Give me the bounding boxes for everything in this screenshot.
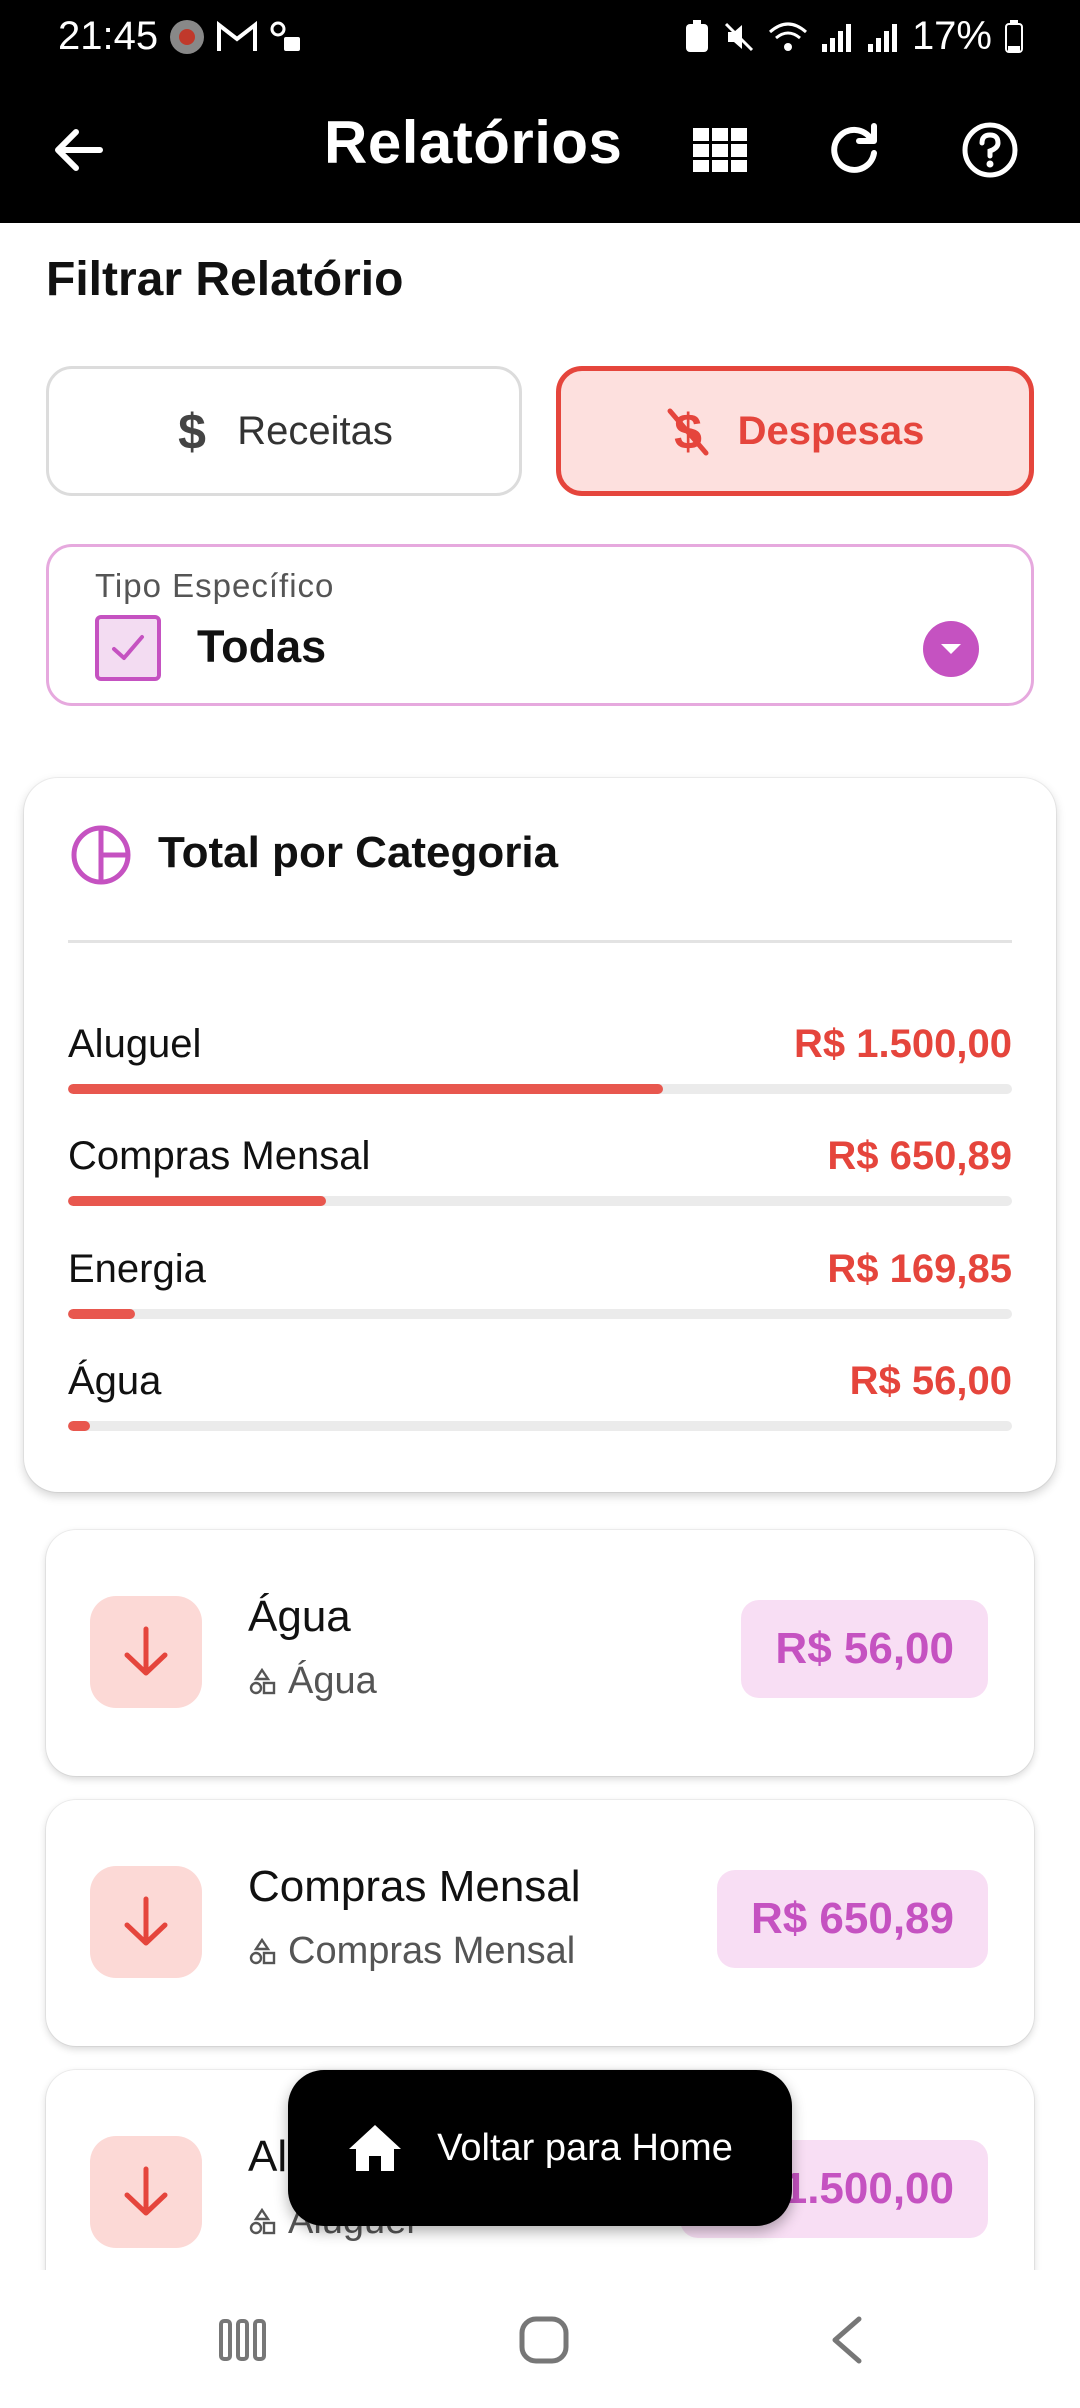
category-row: Água R$ 56,00 [68,1359,1012,1459]
category-amount: R$ 1.500,00 [794,1022,1012,1066]
grid-icon [693,128,747,172]
category-row: Aluguel R$ 1.500,00 [68,1022,1012,1122]
category-icon [249,1937,276,1964]
svg-text:$: $ [178,405,206,457]
gmail-icon [217,20,257,51]
category-name: Aluguel [68,1022,202,1066]
grid-view-button[interactable] [684,114,756,186]
transaction-category-label: Água [288,1660,377,1702]
home-circle-icon [519,2316,569,2364]
transaction-name: Água [248,1592,351,1641]
pie-chart-icon [71,825,131,885]
arrow-down-icon [90,1596,202,1708]
system-nav-bar [0,2270,1080,2408]
dollar-icon: $ [178,405,206,457]
help-button[interactable] [954,114,1026,186]
category-progress-bar [68,1084,1012,1094]
category-amount: R$ 169,85 [827,1247,1012,1291]
category-icon [249,2207,276,2234]
recent-apps-icon [219,2319,266,2361]
category-row: Compras Mensal R$ 650,89 [68,1134,1012,1234]
arrow-down-icon [90,1866,202,1978]
expense-filter-button[interactable]: $ Despesas [556,366,1034,496]
transaction-amount: R$ 56,00 [741,1600,988,1698]
status-bar: 21:45 17% [0,0,1080,78]
arrow-down-icon [90,2136,202,2248]
back-to-home-button[interactable]: Voltar para Home [288,2070,792,2226]
signal-icon-2 [867,23,897,52]
vpn-lock-icon [270,21,300,51]
category-progress-fill [68,1084,663,1094]
category-name: Água [68,1359,162,1403]
home-nav-button[interactable] [512,2310,576,2370]
signal-icon [821,23,851,52]
chevron-left-icon [832,2316,862,2364]
filter-title: Filtrar Relatório [46,253,404,306]
type-select-label: Tipo Específico [95,567,335,604]
category-progress-fill [68,1421,90,1431]
category-amount: R$ 650,89 [827,1134,1012,1178]
checkbox-icon [95,615,161,681]
battery-icon [1005,19,1023,53]
home-icon [349,2125,402,2171]
expense-filter-label: Despesas [737,408,925,453]
income-filter-label: Receitas [237,408,393,453]
category-progress-bar [68,1421,1012,1431]
app-notification-icon [170,20,204,54]
category-progress-bar [68,1196,1012,1206]
back-nav-button[interactable] [814,2310,878,2370]
category-summary-card: Total por Categoria Aluguel R$ 1.500,00 … [24,778,1056,1492]
system-status-icons: 17% [684,14,1024,59]
category-amount: R$ 56,00 [849,1359,1012,1403]
transaction-category: Água [248,1660,377,1703]
money-off-icon: $ [667,404,709,459]
transaction-name: Compras Mensal [248,1862,581,1911]
category-icon [249,1667,276,1694]
category-card-title: Total por Categoria [158,828,559,877]
back-button[interactable] [42,114,114,186]
category-progress-bar [68,1309,1012,1319]
help-icon [962,122,1018,178]
category-progress-fill [68,1196,326,1206]
page-title: Relatórios [324,109,623,176]
recent-apps-button[interactable] [210,2310,274,2370]
app-bar: Relatórios [0,78,1080,223]
transaction-category-label: Compras Mensal [288,1930,576,1972]
category-row: Energia R$ 169,85 [68,1247,1012,1347]
category-name: Energia [68,1247,206,1291]
refresh-button[interactable] [818,114,890,186]
type-select-value: Todas [197,621,327,672]
notification-icons [168,18,304,56]
income-filter-button[interactable]: $ Receitas [46,366,522,496]
category-name: Compras Mensal [68,1134,371,1178]
battery-saver-icon [685,19,708,52]
divider [68,940,1012,943]
battery-percent: 17% [911,14,992,58]
category-progress-fill [68,1309,136,1319]
arrow-left-icon [55,129,103,171]
back-to-home-label: Voltar para Home [437,2126,733,2169]
mute-icon [724,22,753,51]
transaction-card[interactable]: Água Água R$ 56,00 [46,1530,1034,1776]
transaction-amount: R$ 650,89 [716,1870,988,1968]
type-select[interactable]: Tipo Específico Todas [46,544,1034,706]
transaction-card[interactable]: Compras Mensal Compras Mensal R$ 650,89 [46,1800,1034,2046]
status-time: 21:45 [58,14,159,58]
refresh-icon [831,123,877,173]
dropdown-arrow-icon [923,621,979,677]
transaction-category: Compras Mensal [248,1930,575,1973]
wifi-icon [768,22,807,51]
